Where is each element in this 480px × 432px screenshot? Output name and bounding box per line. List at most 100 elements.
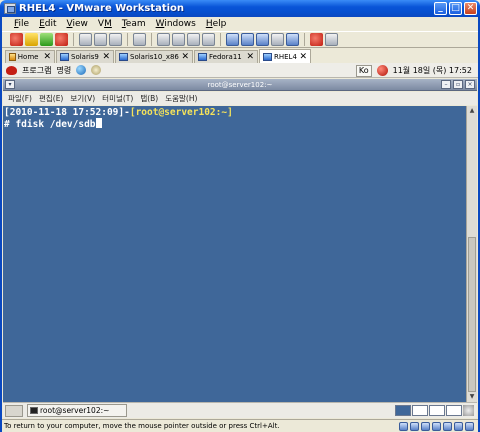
tab-fedora11[interactable]: Fedora11 ✕	[194, 50, 258, 63]
power-off-icon[interactable]	[10, 33, 23, 46]
tab-label: Home	[17, 53, 39, 61]
usb-icon[interactable]	[443, 422, 452, 431]
tab-close-icon[interactable]: ✕	[246, 52, 254, 62]
window-menu-icon[interactable]: ▾	[5, 80, 15, 89]
panel-tray: Ko 11월 18일 (목) 17:52	[355, 63, 472, 78]
toolbar-separator	[127, 33, 128, 46]
terminal-close-button[interactable]: ×	[465, 80, 475, 89]
terminal-icon	[30, 407, 38, 414]
vmware-status-bar: To return to your computer, move the mou…	[2, 419, 478, 432]
show-desktop-icon[interactable]	[5, 404, 23, 417]
menu-vm[interactable]: VM	[94, 19, 116, 29]
taskbar-terminal-label: root@server102:~	[40, 406, 110, 415]
terminal-menu-help[interactable]: 도움말(H)	[165, 93, 197, 104]
tab-close-icon[interactable]: ✕	[102, 52, 110, 62]
power-on-icon[interactable]	[40, 33, 53, 46]
close-button[interactable]: ✕	[464, 2, 477, 15]
team-icon[interactable]	[133, 33, 146, 46]
thumbnail-icon[interactable]	[256, 33, 269, 46]
vm-tab-bar: Home ✕ Solaris9 ✕ Solaris10_x86 ✕ Fedora…	[2, 49, 478, 63]
menu-help[interactable]: Help	[202, 19, 231, 29]
terminal-scrollbar[interactable]: ▲ ▼	[466, 106, 477, 402]
menu-windows[interactable]: Windows	[152, 19, 200, 29]
tab-solaris9[interactable]: Solaris9 ✕	[56, 50, 114, 63]
terminal-minimize-button[interactable]: –	[441, 80, 451, 89]
floppy-icon[interactable]	[421, 422, 430, 431]
network-adapter-icon[interactable]	[432, 422, 441, 431]
maximize-button[interactable]: □	[449, 2, 462, 15]
harddisk-icon[interactable]	[399, 422, 408, 431]
terminal-menu-terminal[interactable]: 터미널(T)	[102, 93, 133, 104]
terminal-menu-edit[interactable]: 편집(E)	[39, 93, 63, 104]
snapshot-icon[interactable]	[79, 33, 92, 46]
workspace-3[interactable]	[429, 405, 445, 416]
tab-close-icon[interactable]: ✕	[43, 52, 51, 62]
tab-close-icon[interactable]: ✕	[299, 52, 307, 62]
text-cursor	[95, 118, 102, 128]
menu-edit[interactable]: Edit	[35, 19, 60, 29]
revert-icon[interactable]	[94, 33, 107, 46]
terminal-titlebar[interactable]: ▾ root@server102:~ – ▫ ×	[3, 79, 477, 91]
quick-switch-icon[interactable]	[241, 33, 254, 46]
tab-rhel4[interactable]: RHEL4 ✕	[259, 49, 311, 63]
scroll-thumb[interactable]	[468, 237, 476, 392]
browser-launcher-icon[interactable]	[76, 65, 87, 75]
network-icon[interactable]	[310, 33, 323, 46]
settings-icon[interactable]	[325, 33, 338, 46]
mail-launcher-icon[interactable]	[91, 65, 102, 75]
terminal-maximize-button[interactable]: ▫	[453, 80, 463, 89]
console-icon[interactable]	[187, 33, 200, 46]
tab-home[interactable]: Home ✕	[5, 50, 55, 63]
tab-close-icon[interactable]: ✕	[181, 52, 189, 62]
actions-menu[interactable]: 명령	[56, 65, 71, 76]
message-log-icon[interactable]	[465, 422, 474, 431]
vm-icon	[60, 53, 69, 61]
tab-label: Fedora11	[209, 53, 242, 61]
window-titlebar[interactable]: RHEL4 - VMware Workstation _ □ ✕	[0, 0, 480, 17]
menu-team[interactable]: Team	[118, 19, 150, 29]
trash-icon[interactable]	[463, 405, 474, 416]
status-message: To return to your computer, move the mou…	[4, 422, 280, 430]
terminal-menu-file[interactable]: 파일(F)	[8, 93, 32, 104]
tab-solaris10-x86[interactable]: Solaris10_x86 ✕	[115, 50, 193, 63]
window-controls: _ □ ✕	[434, 2, 477, 15]
snapshot-manager-icon[interactable]	[109, 33, 122, 46]
prompt-command: # fdisk /dev/sdb	[4, 119, 96, 130]
toolbar-separator	[220, 33, 221, 46]
programs-menu[interactable]: 프로그램	[22, 65, 51, 76]
terminal-window-title: root@server102:~	[207, 80, 273, 89]
update-alert-icon[interactable]	[376, 65, 388, 76]
menu-view[interactable]: View	[63, 19, 92, 29]
cdrom-icon[interactable]	[410, 422, 419, 431]
input-method-indicator[interactable]: Ko	[355, 64, 372, 77]
workspace-2[interactable]	[412, 405, 428, 416]
summary-icon[interactable]	[172, 33, 185, 46]
tab-label: Solaris9	[71, 53, 99, 61]
panel-clock[interactable]: 11월 18일 (목) 17:52	[393, 65, 472, 76]
suspend-icon[interactable]	[25, 33, 38, 46]
sound-icon[interactable]	[454, 422, 463, 431]
vmware-app-icon	[4, 3, 16, 14]
clone-icon[interactable]	[157, 33, 170, 46]
terminal-menu-tabs[interactable]: 탭(B)	[140, 93, 158, 104]
minimize-button[interactable]: _	[434, 2, 447, 15]
unity-icon[interactable]	[271, 33, 284, 46]
reset-icon[interactable]	[55, 33, 68, 46]
scroll-up-icon[interactable]: ▲	[468, 107, 476, 115]
vmware-toolbar	[2, 31, 478, 48]
view-icon[interactable]	[286, 33, 299, 46]
team-switch-icon[interactable]	[202, 33, 215, 46]
menu-file[interactable]: File	[10, 19, 33, 29]
terminal-menu-view[interactable]: 보기(V)	[70, 93, 95, 104]
workspace-1[interactable]	[395, 405, 411, 416]
fullscreen-icon[interactable]	[226, 33, 239, 46]
scroll-down-icon[interactable]: ▼	[468, 393, 476, 401]
redhat-icon[interactable]	[6, 65, 17, 75]
vm-icon	[198, 53, 207, 61]
prompt-timestamp: [2010-11-18 17:52:09]	[4, 107, 125, 118]
terminal-output[interactable]: [2010-11-18 17:52:09]-[root@server102:~]…	[3, 106, 466, 402]
workspace-4[interactable]	[446, 405, 462, 416]
prompt-userhost: [root@server102:~]	[129, 107, 233, 118]
taskbar-terminal-button[interactable]: root@server102:~	[27, 404, 127, 417]
terminal-prompt-header: [2010-11-18 17:52:09]-[root@server102:~]	[4, 107, 465, 118]
